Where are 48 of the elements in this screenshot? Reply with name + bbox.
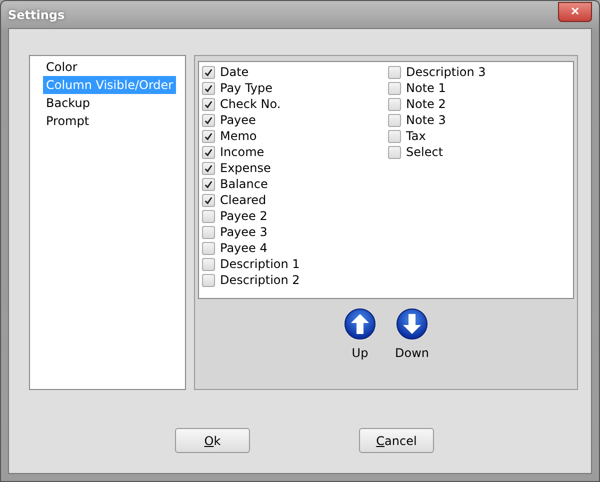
checkbox[interactable] <box>388 82 401 94</box>
checkbox[interactable] <box>202 82 215 94</box>
column-label: Description 2 <box>220 273 300 287</box>
cancel-button[interactable]: Cancel <box>359 428 434 453</box>
column-label: Select <box>406 145 444 159</box>
column-label: Income <box>220 145 264 159</box>
column-label: Balance <box>220 177 268 191</box>
checkbox[interactable] <box>202 194 215 206</box>
column-label: Description 3 <box>406 65 486 79</box>
checkbox[interactable] <box>388 114 401 126</box>
column-label: Payee <box>220 113 256 127</box>
checkbox[interactable] <box>388 130 401 142</box>
checkbox[interactable] <box>202 210 215 222</box>
checkbox[interactable] <box>202 98 215 110</box>
window-title: Settings <box>8 8 65 22</box>
checkbox[interactable] <box>202 66 215 78</box>
column-label: Expense <box>220 161 271 175</box>
column-label: Payee 2 <box>220 209 268 223</box>
checkbox[interactable] <box>388 146 401 158</box>
column-label: Cleared <box>220 193 266 207</box>
category-item[interactable]: Color <box>43 58 80 76</box>
move-label: Down <box>395 346 430 360</box>
column-label: Note 1 <box>406 81 446 95</box>
checkbox[interactable] <box>388 66 401 78</box>
column-label: Tax <box>406 129 426 143</box>
checkbox[interactable] <box>202 178 215 190</box>
column-label: Check No. <box>220 97 281 111</box>
checkbox[interactable] <box>202 258 215 270</box>
column-label: Payee 3 <box>220 225 268 239</box>
column-label: Memo <box>220 129 257 143</box>
column-label: Date <box>220 65 249 79</box>
checkbox[interactable] <box>202 130 215 142</box>
column-label: Note 2 <box>406 97 446 111</box>
column-label: Payee 4 <box>220 241 268 255</box>
checkbox[interactable] <box>202 114 215 126</box>
category-item[interactable]: Prompt <box>43 112 92 130</box>
checkbox[interactable] <box>388 98 401 110</box>
column-label: Pay Type <box>220 81 273 95</box>
move-label: Up <box>352 346 368 360</box>
checkbox[interactable] <box>202 162 215 174</box>
column-label: Note 3 <box>406 113 446 127</box>
category-item[interactable]: Backup <box>43 94 93 112</box>
checkbox[interactable] <box>202 242 215 254</box>
checkbox[interactable] <box>202 274 215 286</box>
ok-button[interactable]: Ok <box>175 428 250 453</box>
checkbox[interactable] <box>202 146 215 158</box>
checkbox[interactable] <box>202 226 215 238</box>
column-label: Description 1 <box>220 257 300 271</box>
